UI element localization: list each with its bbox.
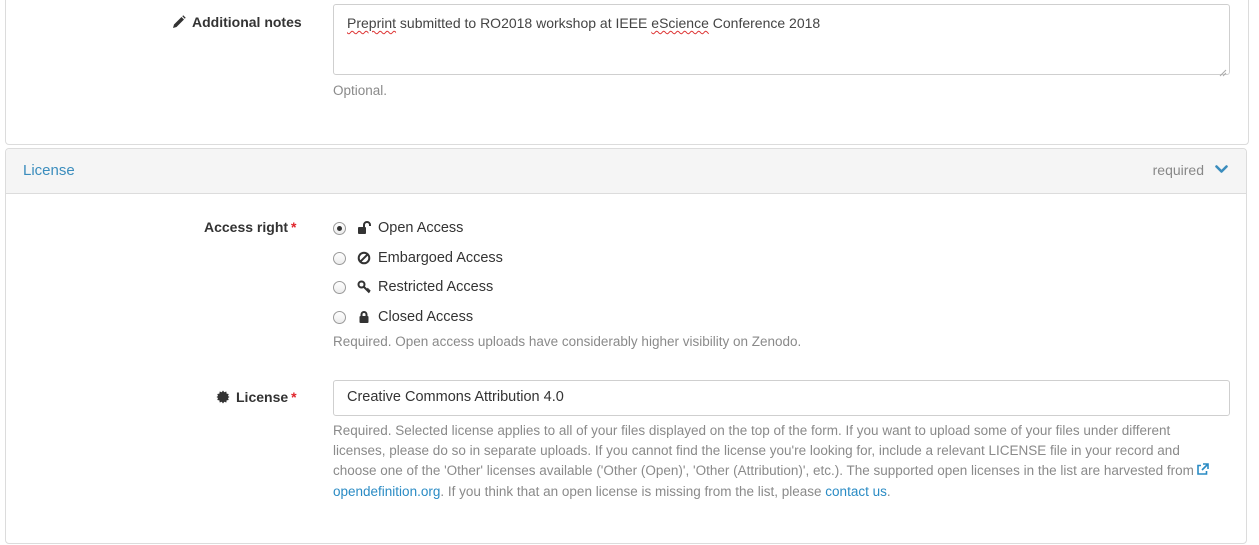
additional-notes-label-text: Additional notes — [192, 14, 302, 30]
ban-icon — [357, 251, 371, 265]
radio-button[interactable] — [333, 221, 346, 235]
lock-icon — [357, 310, 371, 324]
radio-restricted-access[interactable]: Restricted Access — [333, 277, 493, 297]
access-right-label-text: Access right — [204, 219, 289, 235]
license-help-line-3: choose one of the 'Other' licenses avail… — [333, 461, 1233, 482]
pencil-icon — [172, 15, 186, 32]
resize-handle-icon[interactable] — [1219, 64, 1227, 77]
license-label-text: License — [236, 389, 289, 405]
license-label: License * — [216, 389, 297, 407]
license-help-end-text: . — [886, 484, 891, 499]
radio-label[interactable]: Closed Access — [378, 309, 473, 325]
notes-help-text: Optional. — [333, 83, 388, 98]
additional-notes-textarea[interactable]: Preprint submitted to RO2018 workshop at… — [333, 4, 1230, 77]
external-link-icon[interactable] — [1196, 462, 1209, 482]
radio-closed-access[interactable]: Closed Access — [333, 307, 473, 327]
license-panel-title[interactable]: License — [23, 162, 75, 179]
license-help-text: Required. Selected license applies to al… — [333, 421, 1233, 502]
radio-label[interactable]: Restricted Access — [378, 279, 493, 295]
radio-label[interactable]: Embargoed Access — [378, 250, 503, 266]
license-help-line-1: Required. Selected license applies to al… — [333, 423, 1171, 438]
notes-text-part-2: submitted to RO2018 workshop at IEEE — [396, 15, 652, 31]
radio-button[interactable] — [333, 280, 346, 294]
license-input[interactable]: Creative Commons Attribution 4.0 — [333, 380, 1230, 416]
additional-notes-label: Additional notes — [172, 14, 302, 32]
required-asterisk: * — [291, 389, 297, 405]
contact-us-link[interactable]: contact us — [825, 484, 887, 499]
opendefinition-link[interactable]: opendefinition.org — [333, 484, 440, 499]
radio-button[interactable] — [333, 251, 346, 265]
radio-embargoed-access[interactable]: Embargoed Access — [333, 248, 503, 268]
key-icon — [357, 280, 371, 294]
access-right-label: Access right * — [204, 219, 297, 235]
radio-button[interactable] — [333, 310, 346, 324]
chevron-down-icon[interactable] — [1215, 163, 1228, 181]
license-help-line-4: opendefinition.org. If you think that an… — [333, 482, 1233, 502]
access-right-help-text: Required. Open access uploads have consi… — [333, 334, 802, 349]
license-panel-heading[interactable]: License required — [6, 149, 1246, 194]
notes-text-part-4: Conference 2018 — [708, 15, 821, 31]
radio-open-access[interactable]: Open Access — [333, 218, 463, 238]
license-help-line-2: licenses, please do so in separate uploa… — [333, 443, 1180, 458]
notes-text-part-3: eScience — [651, 15, 709, 31]
unlock-icon — [357, 221, 371, 235]
license-help-mid-text: . If you think that an open license is m… — [440, 484, 826, 499]
license-help-line-3-text: choose one of the 'Other' licenses avail… — [333, 463, 1194, 478]
notes-text-part-1: Preprint — [347, 15, 397, 31]
required-asterisk: * — [291, 219, 297, 235]
required-indicator: required — [1152, 162, 1204, 178]
radio-label[interactable]: Open Access — [378, 220, 463, 236]
certificate-icon — [216, 390, 230, 407]
